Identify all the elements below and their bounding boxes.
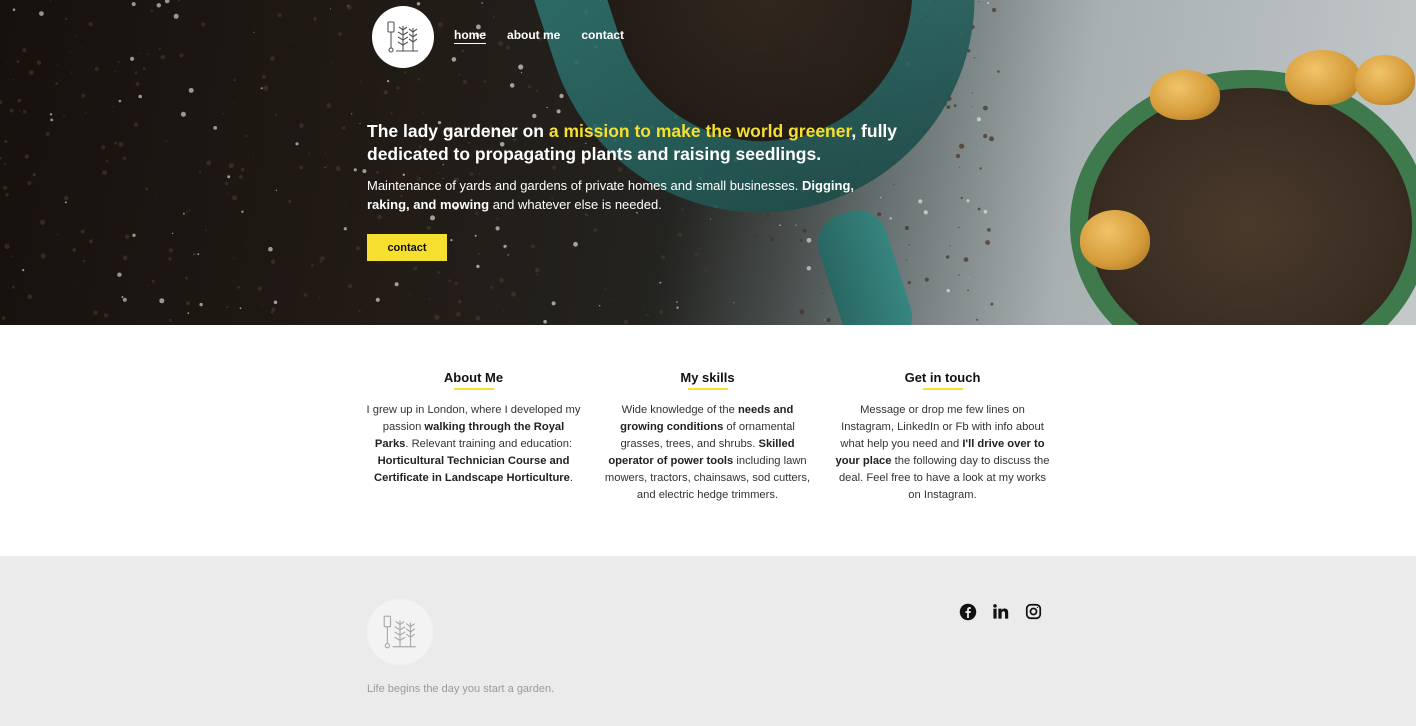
column-text: I grew up in London, where I developed m… [366,404,581,484]
title-underline [687,388,728,390]
get-in-touch-column: Get in touch Message or drop me few line… [835,370,1050,504]
instagram-icon[interactable] [1024,602,1043,621]
nav-link-contact[interactable]: contact [581,28,624,44]
title-underline [922,388,963,390]
linkedin-icon[interactable] [991,602,1010,621]
hero-headline: The lady gardener on a mission to make t… [367,121,898,164]
footer-tagline: Life begins the day you start a garden. [367,683,555,695]
title-underline [453,388,494,390]
garden-tools-logo-icon [383,615,416,649]
garden-tools-logo-icon [387,21,418,53]
footer: Life begins the day you start a garden. [0,556,1416,726]
hero-lead: Maintenance of yards and gardens of priv… [367,178,855,212]
skills-column: My skills Wide knowledge of the needs an… [600,370,815,504]
facebook-icon[interactable] [958,602,977,621]
about-me-column: About Me I grew up in London, where I de… [366,370,581,487]
column-title: My skills [680,370,735,385]
contact-button[interactable]: contact [367,234,447,261]
headline-accent: a mission to make the world greener [548,121,852,141]
hero-content: The lady gardener on a mission to make t… [367,120,927,261]
column-title: Get in touch [904,370,981,385]
column-text: Wide knowledge of the needs and growing … [604,404,811,501]
features-section: About Me I grew up in London, where I de… [0,325,1416,556]
social-links [958,602,1043,621]
hero-section: home about me contact The lady gardener … [0,0,1416,325]
main-nav: home about me contact [372,6,624,68]
nav-link-about-me[interactable]: about me [507,28,560,44]
site-logo[interactable] [372,6,434,68]
column-title: About Me [443,370,504,385]
nav-link-home[interactable]: home [454,28,487,44]
footer-logo[interactable] [367,599,433,665]
column-text: Message or drop me few lines on Instagra… [835,404,1050,501]
